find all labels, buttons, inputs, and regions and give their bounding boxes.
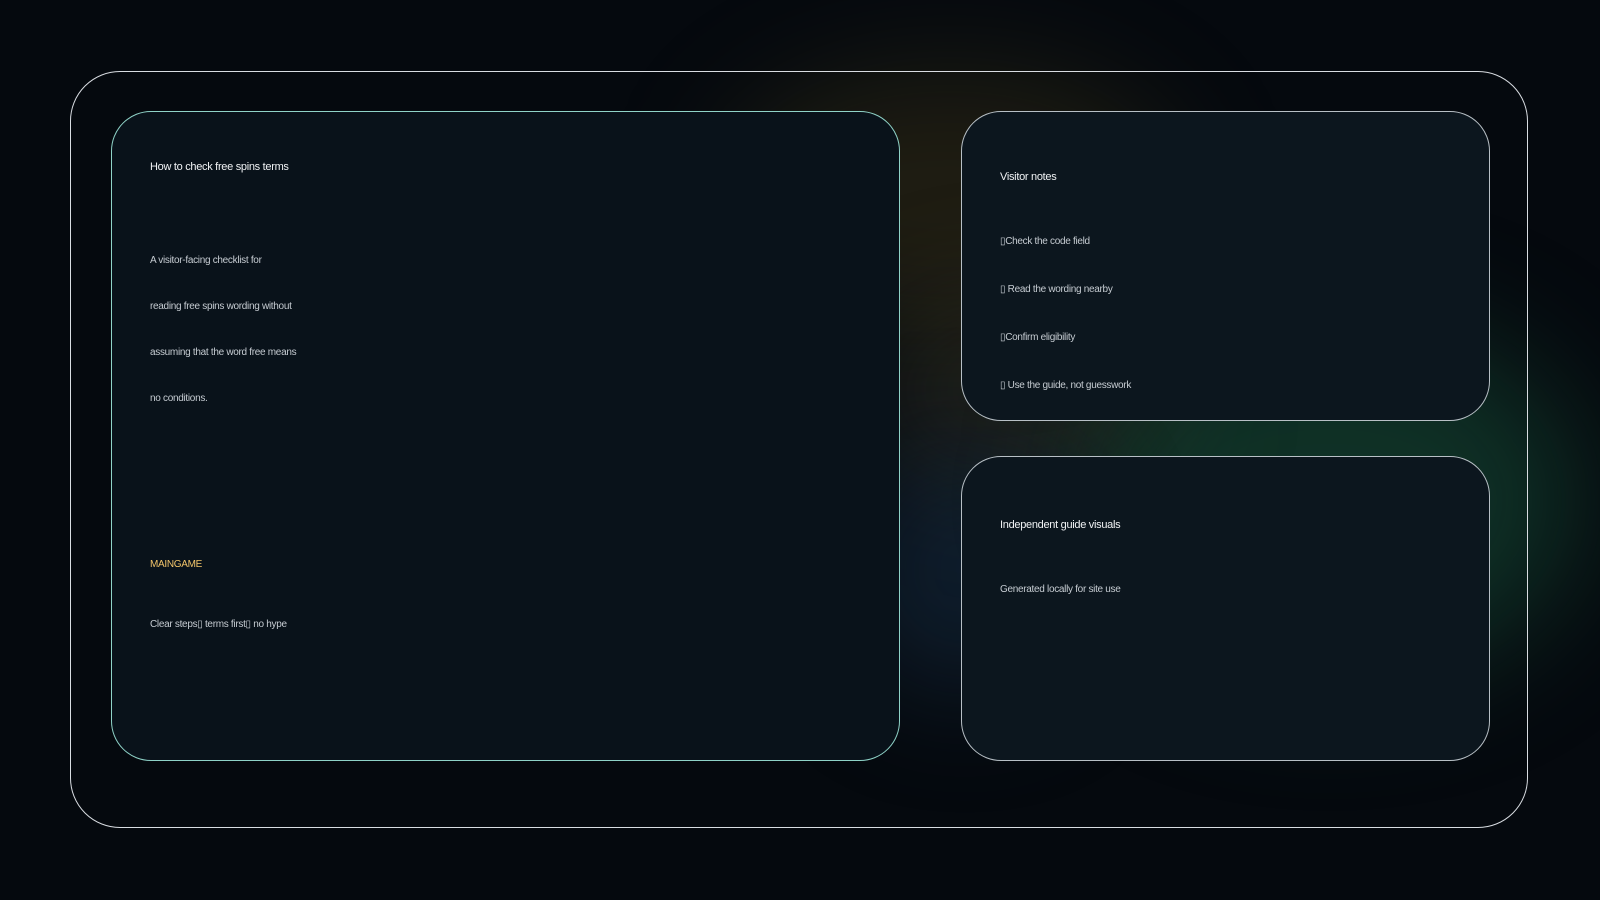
checklist-card: How to check free spins terms A visitor-… [111,111,900,761]
visitor-note-item: ▯Confirm eligibility [1000,332,1076,343]
guide-visuals-subtitle: Generated locally for site use [1000,584,1121,595]
visitor-notes-title: Visitor notes [1000,171,1057,183]
checklist-body-line: no conditions. [150,393,208,404]
visitor-note-item: ▯ Use the guide, not guesswork [1000,380,1132,391]
checklist-body-line: A visitor-facing checklist for [150,255,262,266]
brand-name: MAINGAME [150,559,203,570]
visitor-note-item: ▯Check the code field [1000,236,1090,247]
guide-visuals-card: Independent guide visuals Generated loca… [961,456,1490,761]
visitor-notes-card: Visitor notes ▯Check the code field ▯ Re… [961,111,1490,421]
guide-visuals-title: Independent guide visuals [1000,519,1121,531]
visitor-note-item: ▯ Read the wording nearby [1000,284,1113,295]
checklist-body-line: assuming that the word free means [150,347,297,358]
tagline: Clear steps▯ terms first▯ no hype [150,619,287,630]
checklist-body-line: reading free spins wording without [150,301,292,312]
checklist-title: How to check free spins terms [150,161,289,173]
page-canvas: How to check free spins terms A visitor-… [0,0,1600,900]
